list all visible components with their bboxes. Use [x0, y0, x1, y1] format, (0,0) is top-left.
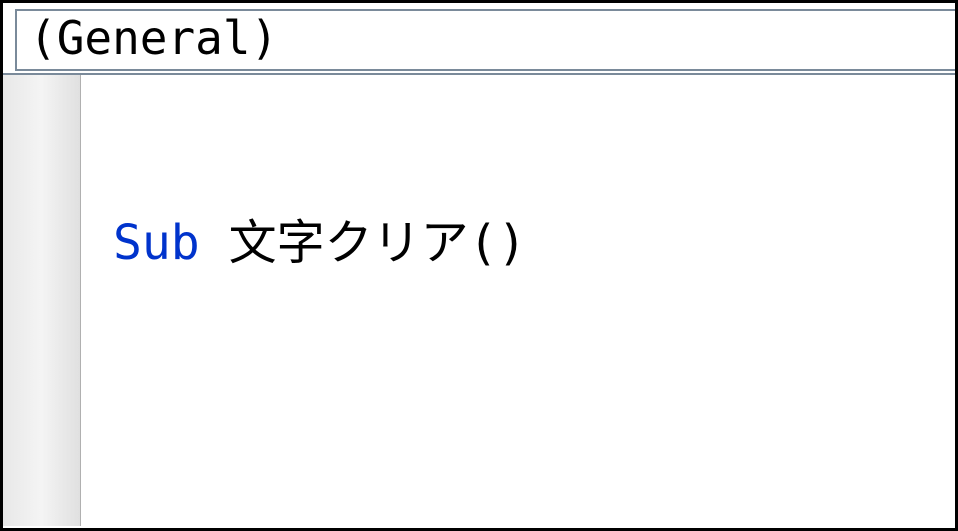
- margin-indicator-bar: [3, 75, 81, 526]
- code-line-1: Sub 文字クリア(): [113, 213, 955, 273]
- keyword-sub: Sub: [113, 215, 200, 271]
- sub-name: 文字クリア(): [200, 215, 527, 271]
- code-editor-area: Sub 文字クリア() Sheets("練習").Select Range("B…: [3, 73, 955, 526]
- object-dropdown[interactable]: (General): [15, 9, 955, 71]
- object-dropdown-value: (General): [29, 15, 278, 61]
- code-pane[interactable]: Sub 文字クリア() Sheets("練習").Select Range("B…: [81, 75, 955, 526]
- code-line-2-blank: [113, 393, 955, 453]
